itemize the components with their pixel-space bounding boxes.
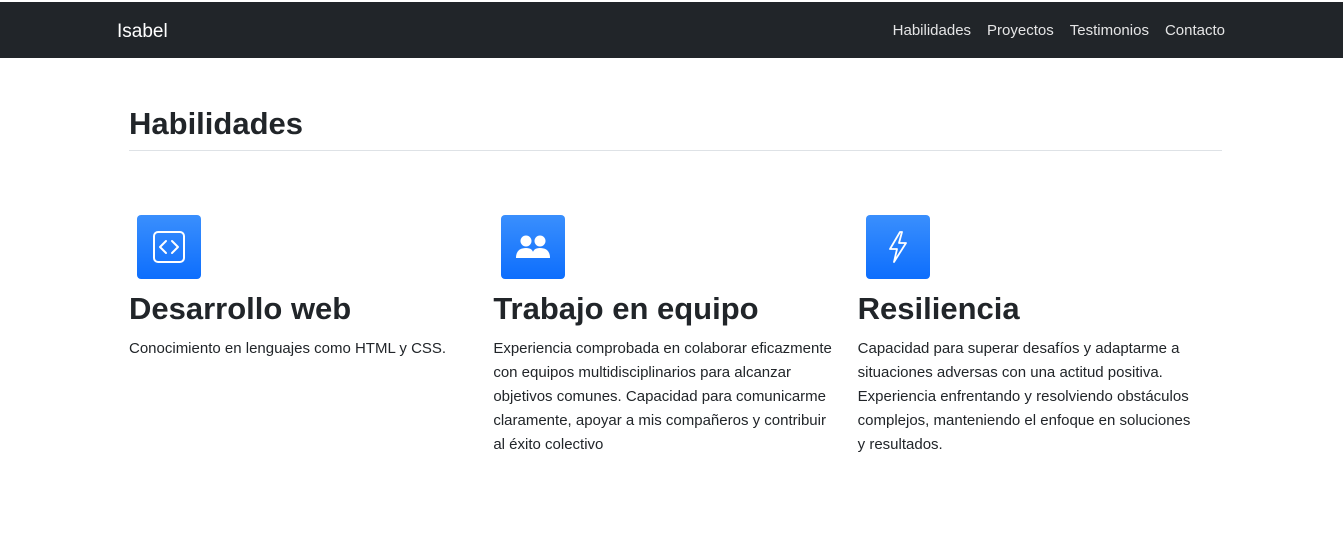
- feature-title: Desarrollo web: [129, 291, 352, 326]
- feature-web-development: Desarrollo web Conocimiento en lenguajes…: [129, 215, 493, 457]
- feature-title: Resiliencia: [857, 291, 1020, 326]
- navbar: Isabel Habilidades Proyectos Testimonios…: [0, 2, 1343, 58]
- feature-text: Experiencia comprobada en colaborar efic…: [493, 340, 832, 453]
- nav-item-testimonios: Testimonios: [1070, 20, 1149, 42]
- navbar-brand[interactable]: Isabel: [117, 20, 168, 44]
- nav-link-testimonios[interactable]: Testimonios: [1070, 22, 1149, 39]
- nav-link-contacto[interactable]: Contacto: [1165, 22, 1225, 39]
- feature-title: Trabajo en equipo: [493, 291, 759, 326]
- skills-section-header: Habilidades: [129, 104, 1222, 151]
- feature-teamwork: Trabajo en equipo Experiencia comprobada…: [493, 215, 857, 457]
- section-title: Habilidades: [129, 104, 1222, 151]
- people-icon: [501, 215, 566, 279]
- nav-item-contacto: Contacto: [1165, 20, 1225, 42]
- feature-text: Capacidad para superar desafíos y adapta…: [857, 340, 1191, 453]
- nav-link-habilidades[interactable]: Habilidades: [893, 22, 971, 39]
- feature-text: Conocimiento en lenguajes como HTML y CS…: [129, 340, 447, 357]
- nav-item-habilidades: Habilidades: [893, 20, 971, 42]
- features-row: Desarrollo web Conocimiento en lenguajes…: [129, 215, 1222, 457]
- feature-resilience: Resiliencia Capacidad para superar desaf…: [858, 215, 1222, 457]
- nav-link-proyectos[interactable]: Proyectos: [987, 22, 1054, 39]
- lightning-icon: [865, 215, 930, 279]
- code-square-icon: [137, 215, 201, 279]
- nav-item-proyectos: Proyectos: [987, 20, 1054, 42]
- nav-links: Habilidades Proyectos Testimonios Contac…: [893, 20, 1225, 42]
